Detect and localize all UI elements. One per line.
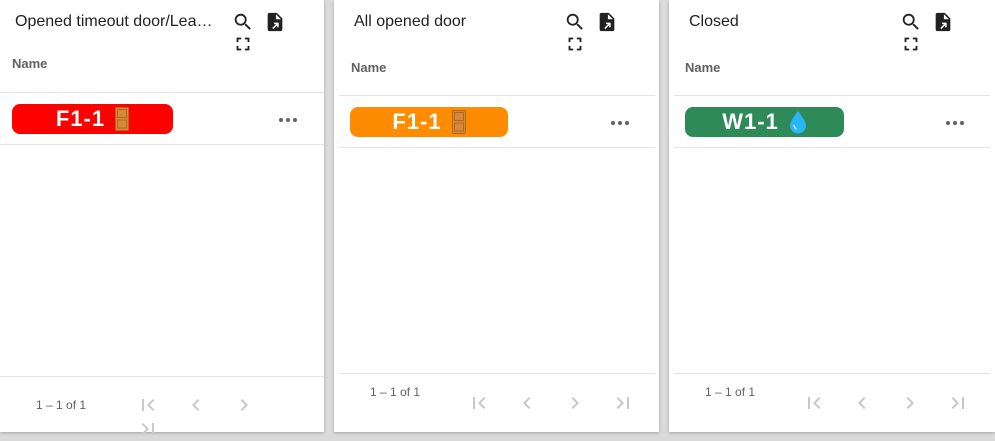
row-more-actions-icon[interactable] bbox=[607, 113, 633, 133]
fullscreen-icon[interactable] bbox=[232, 33, 254, 55]
pagination-controls bbox=[136, 393, 324, 441]
divider bbox=[674, 147, 990, 148]
column-header-name: Name bbox=[12, 56, 48, 71]
column-header-name: Name bbox=[685, 60, 721, 75]
next-page-icon[interactable] bbox=[232, 393, 256, 417]
entity-badge[interactable]: F1-1 bbox=[12, 104, 173, 134]
divider bbox=[0, 144, 324, 145]
widget-title: Opened timeout door/Leakage bbox=[15, 13, 220, 30]
first-page-icon[interactable] bbox=[136, 393, 160, 417]
pagination-range: 1 – 1 of 1 bbox=[705, 385, 756, 399]
divider bbox=[339, 95, 655, 96]
last-page-icon[interactable] bbox=[136, 417, 160, 441]
door-icon bbox=[451, 110, 466, 134]
search-icon[interactable] bbox=[232, 11, 254, 33]
entity-label: F1-1 bbox=[392, 109, 442, 134]
next-page-icon[interactable] bbox=[898, 391, 922, 415]
divider bbox=[674, 373, 990, 374]
export-file-icon[interactable] bbox=[264, 11, 286, 33]
search-icon[interactable] bbox=[900, 11, 922, 33]
next-page-icon[interactable] bbox=[563, 391, 587, 415]
search-icon[interactable] bbox=[564, 11, 586, 33]
pagination-range: 1 – 1 of 1 bbox=[370, 385, 421, 399]
export-file-icon[interactable] bbox=[596, 11, 618, 33]
first-page-icon[interactable] bbox=[467, 391, 491, 415]
previous-page-icon[interactable] bbox=[515, 391, 539, 415]
pagination-range: 1 – 1 of 1 bbox=[36, 398, 87, 412]
entity-label: W1-1 bbox=[722, 109, 779, 134]
pagination-controls bbox=[467, 391, 659, 415]
widget-title: Closed bbox=[689, 13, 739, 30]
widget-opened-timeout: Opened timeout door/Leakage Name F1-1 1 … bbox=[0, 0, 324, 435]
fullscreen-icon[interactable] bbox=[564, 33, 586, 55]
fullscreen-icon[interactable] bbox=[900, 33, 922, 55]
row-more-actions-icon[interactable] bbox=[942, 113, 968, 133]
divider bbox=[0, 376, 324, 377]
first-page-icon[interactable] bbox=[802, 391, 826, 415]
door-icon bbox=[115, 107, 130, 131]
divider bbox=[674, 95, 990, 96]
widget-toolbar bbox=[232, 11, 324, 55]
widget-all-opened-door: All opened door Name F1-1 1 – 1 of 1 bbox=[334, 0, 659, 432]
widget-title: All opened door bbox=[354, 13, 467, 30]
last-page-icon[interactable] bbox=[611, 391, 635, 415]
widget-closed: Closed Name W1-1 1 – 1 of 1 bbox=[669, 0, 995, 432]
divider bbox=[339, 373, 655, 374]
widget-toolbar bbox=[900, 11, 995, 55]
pagination-controls bbox=[802, 391, 994, 415]
entity-label: F1-1 bbox=[55, 106, 106, 131]
previous-page-icon[interactable] bbox=[184, 393, 208, 417]
entity-badge[interactable]: W1-1 bbox=[685, 107, 844, 137]
divider bbox=[0, 92, 324, 93]
export-file-icon[interactable] bbox=[932, 11, 954, 33]
previous-page-icon[interactable] bbox=[850, 391, 874, 415]
divider bbox=[339, 147, 655, 148]
widget-toolbar bbox=[564, 11, 659, 55]
water-drop-icon bbox=[789, 110, 807, 134]
last-page-icon[interactable] bbox=[946, 391, 970, 415]
row-more-actions-icon[interactable] bbox=[275, 110, 301, 130]
entity-badge[interactable]: F1-1 bbox=[350, 107, 508, 137]
column-header-name: Name bbox=[351, 60, 387, 75]
